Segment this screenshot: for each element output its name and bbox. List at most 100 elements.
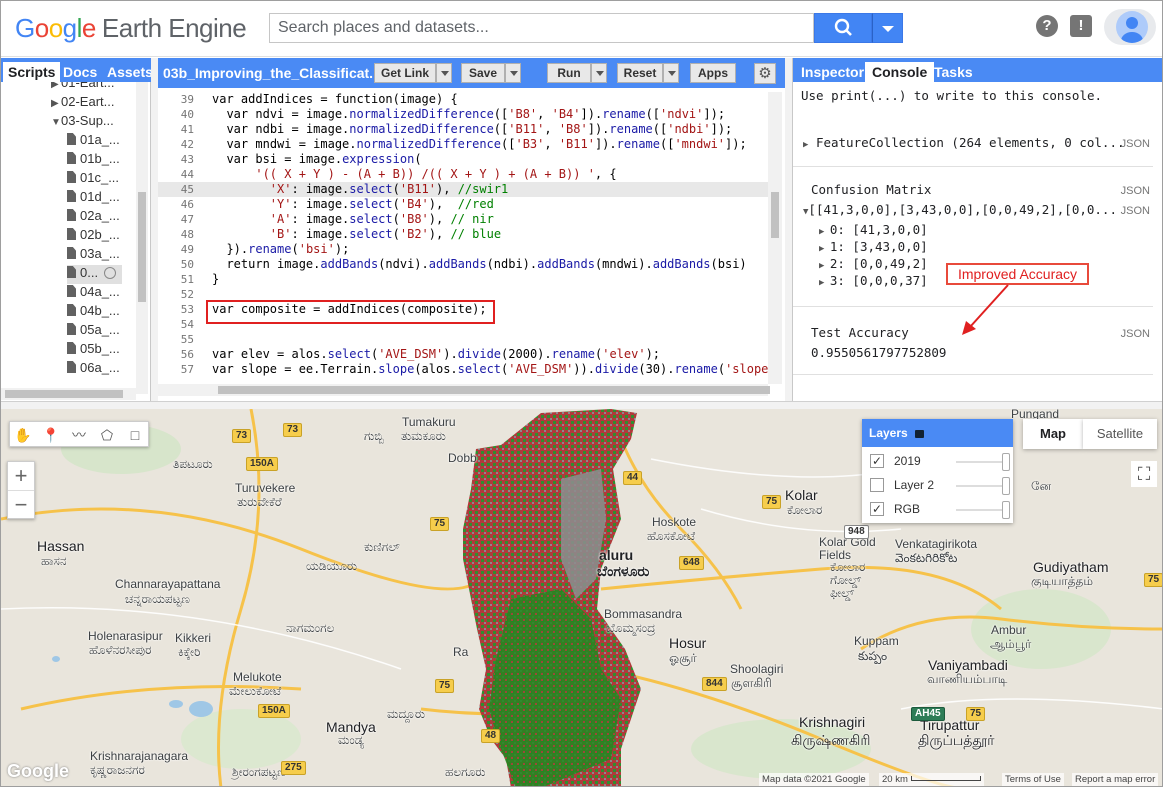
tree-file[interactable]: 06a_... <box>67 360 120 379</box>
tree-file[interactable]: 01c_... <box>67 170 119 189</box>
code-line[interactable]: 50 return image.addBands(ndvi).addBands(… <box>158 257 768 272</box>
code-line[interactable]: 49 }).rename('bsi'); <box>158 242 768 257</box>
confusion-row[interactable]: ▶ 3: [0,0,0,37] <box>819 273 928 288</box>
confusion-row[interactable]: ▶ 0: [41,3,0,0] <box>819 222 928 237</box>
tree-file[interactable]: 03a_... <box>67 246 120 265</box>
tree-file[interactable]: 05a_... <box>67 322 120 341</box>
code-line[interactable]: 40 var ndvi = image.normalizedDifference… <box>158 107 768 122</box>
tree-file[interactable]: 01a_... <box>67 132 120 151</box>
rectangle-icon[interactable]: □ <box>126 426 144 444</box>
layer-checkbox[interactable]: ✓ <box>870 454 884 468</box>
tree-file[interactable]: 04b_... <box>67 303 120 322</box>
code-area[interactable]: 39 var addIndices = function(image) {40 v… <box>158 92 768 384</box>
tree-file[interactable]: 02a_... <box>67 208 120 227</box>
layer-checkbox[interactable] <box>870 478 884 492</box>
right-splitter[interactable] <box>785 58 792 401</box>
zoom-out-button[interactable]: − <box>8 491 34 520</box>
tree-folder[interactable]: ▼03-Sup... <box>51 113 114 132</box>
tab-scripts[interactable]: Scripts <box>3 62 61 82</box>
get-link-dropdown[interactable] <box>436 63 452 83</box>
chevron-right-icon[interactable]: ▶ <box>51 82 61 90</box>
editor-hscrollbar[interactable] <box>158 384 770 396</box>
code-line[interactable]: 55 <box>158 332 768 347</box>
tree-folder[interactable]: ▶ 01-Eart... <box>51 82 114 94</box>
hand-icon[interactable]: ✋ <box>14 426 32 444</box>
json-link[interactable]: JSON <box>1121 328 1150 340</box>
fullscreen-icon[interactable]: ⛶ <box>1131 461 1157 487</box>
map-view[interactable]: Tumakuru ತುಮಕೂರು ಗುಬ್ಬಿ ತಿಪಟೂರು Turuveke… <box>1 409 1162 786</box>
editor-scrollbar-thumb[interactable] <box>771 192 779 238</box>
tab-console[interactable]: Console <box>865 62 935 82</box>
confusion-row[interactable]: ▶ 2: [0,0,49,2] <box>819 256 928 271</box>
tab-docs[interactable]: Docs <box>58 62 102 82</box>
history-icon[interactable] <box>104 267 117 279</box>
code-line[interactable]: 48 'B': image.select('B2'), // blue <box>158 227 768 242</box>
reset-button[interactable]: Reset <box>617 63 663 83</box>
layer-row[interactable]: ✓ RGB <box>870 501 1010 519</box>
editor-hscroll-thumb[interactable] <box>218 386 770 394</box>
polygon-icon[interactable]: ⬠ <box>98 426 116 444</box>
report-map-error-link[interactable]: Report a map error <box>1072 773 1159 786</box>
layers-header[interactable]: Layers <box>862 419 1013 447</box>
get-link-button[interactable]: Get Link <box>374 63 436 83</box>
slider-handle[interactable] <box>1002 501 1010 519</box>
chevron-down-icon[interactable]: ▼ <box>51 117 61 128</box>
tree-file[interactable]: 02b_... <box>67 227 120 246</box>
layer-checkbox[interactable]: ✓ <box>870 502 884 516</box>
line-icon[interactable]: 〰 <box>70 426 88 444</box>
help-icon[interactable]: ? <box>1036 15 1058 37</box>
tree-file[interactable]: 04a_... <box>67 284 120 303</box>
run-dropdown[interactable] <box>591 63 607 83</box>
save-button[interactable]: Save <box>461 63 505 83</box>
editor-scrollbar[interactable] <box>768 92 782 384</box>
opacity-slider[interactable] <box>956 477 1010 495</box>
search-options-dropdown[interactable] <box>872 13 903 43</box>
tab-assets[interactable]: Assets <box>102 62 158 82</box>
code-line[interactable]: 57 var slope = ee.Terrain.slope(alos.sele… <box>158 362 768 377</box>
layer-row[interactable]: Layer 2 <box>870 477 1010 495</box>
tree-hscroll-thumb[interactable] <box>5 390 123 398</box>
slider-handle[interactable] <box>1002 477 1010 495</box>
search-button[interactable] <box>814 13 872 43</box>
code-line[interactable]: 44 '(( X + Y ) - (A + B)) /(( X + Y ) + … <box>158 167 768 182</box>
json-link[interactable]: JSON <box>1121 138 1150 150</box>
code-line[interactable]: 47 'A': image.select('B8'), // nir <box>158 212 768 227</box>
tab-tasks[interactable]: Tasks <box>927 62 980 82</box>
tab-inspector[interactable]: Inspector <box>794 62 871 82</box>
code-line[interactable]: 46 'Y': image.select('B4'), //red <box>158 197 768 212</box>
tree-file[interactable]: 01b_... <box>67 151 120 170</box>
search-input[interactable]: Search places and datasets... <box>269 13 814 43</box>
reset-dropdown[interactable] <box>663 63 679 83</box>
code-line[interactable]: 39 var addIndices = function(image) { <box>158 92 768 107</box>
point-marker-icon[interactable]: 📍 <box>42 426 60 444</box>
map-type-satellite-button[interactable]: Satellite <box>1083 419 1157 449</box>
save-dropdown[interactable] <box>505 63 521 83</box>
opacity-slider[interactable] <box>956 453 1010 471</box>
layer-row[interactable]: ✓ 2019 <box>870 453 1010 471</box>
tree-file[interactable]: 05b_... <box>67 341 120 360</box>
apps-button[interactable]: Apps <box>690 63 736 83</box>
terms-link[interactable]: Terms of Use <box>1002 773 1064 786</box>
tree-folder[interactable]: ▶ 02-Eart... <box>51 94 114 113</box>
map-type-map-button[interactable]: Map <box>1023 419 1083 449</box>
json-link[interactable]: JSON <box>1121 185 1150 197</box>
chevron-right-icon[interactable]: ▶ <box>51 98 61 109</box>
confusion-summary[interactable]: ▼[[41,3,0,0],[3,43,0,0],[0,0,49,2],[0,0.… <box>803 202 1117 217</box>
slider-handle[interactable] <box>1002 453 1010 471</box>
earth-engine-logo[interactable]: Google Earth Engine <box>15 13 247 44</box>
code-line[interactable]: 43 var bsi = image.expression( <box>158 152 768 167</box>
tree-scrollbar[interactable] <box>136 82 148 394</box>
tree-scrollbar-thumb[interactable] <box>138 192 146 302</box>
feature-collection-entry[interactable]: ▶ FeatureCollection (264 elements, 0 col… <box>803 135 1125 150</box>
tree-horizontal-scrollbar[interactable] <box>1 388 136 400</box>
code-line[interactable]: 51} <box>158 272 768 287</box>
code-line[interactable]: 41 var ndbi = image.normalizedDifference… <box>158 122 768 137</box>
tree-file[interactable]: 01d_... <box>67 189 120 208</box>
zoom-in-button[interactable]: + <box>8 462 34 491</box>
opacity-slider[interactable] <box>956 501 1010 519</box>
code-line[interactable]: 45 'X': image.select('B11'), //swir1 <box>158 182 768 197</box>
account-avatar[interactable] <box>1104 9 1156 45</box>
map-splitter[interactable] <box>1 401 1162 409</box>
feedback-icon[interactable]: ! <box>1070 15 1092 37</box>
json-link[interactable]: JSON <box>1121 205 1150 217</box>
